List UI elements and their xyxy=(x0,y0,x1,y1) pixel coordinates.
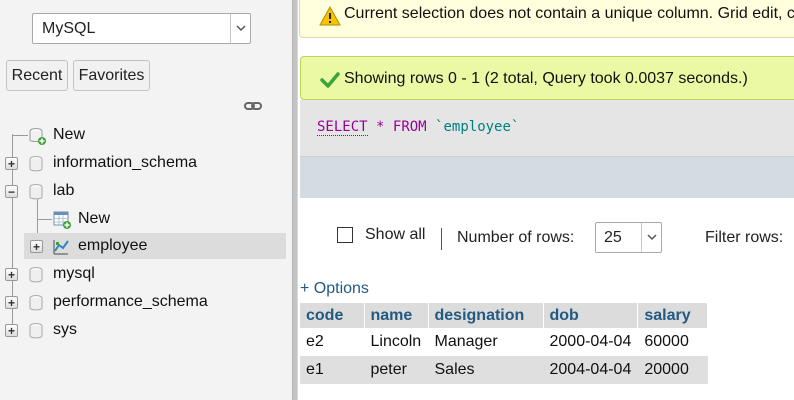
number-of-rows-label: Number of rows: xyxy=(457,229,575,246)
tree-item-lab-new[interactable]: New xyxy=(78,210,110,228)
table-cell[interactable]: Sales xyxy=(428,356,543,384)
main-content: Current selection does not contain a uni… xyxy=(299,0,794,400)
database-icon xyxy=(28,266,46,284)
expand-icon[interactable]: + xyxy=(5,157,18,170)
sql-actions-bar xyxy=(300,156,794,198)
sql-table-name: `employee` xyxy=(435,119,520,135)
expand-icon[interactable]: + xyxy=(5,268,18,281)
table-cell[interactable]: e1 xyxy=(300,356,364,384)
table-cell[interactable]: Manager xyxy=(428,328,543,356)
number-of-rows-value: 25 xyxy=(604,229,622,246)
table-row[interactable]: e1 peter Sales 2004-04-04 20000 xyxy=(300,356,708,384)
checkmark-icon xyxy=(320,72,340,93)
collapse-icon[interactable]: − xyxy=(5,185,18,198)
success-alert: Showing rows 0 - 1 (2 total, Query took … xyxy=(300,56,794,100)
table-cell[interactable]: Lincoln xyxy=(364,328,428,356)
sql-query-box[interactable]: SELECT * FROM `employee` xyxy=(300,100,794,156)
warning-alert: Current selection does not contain a uni… xyxy=(299,0,794,38)
database-icon xyxy=(28,183,46,201)
filter-rows-label: Filter rows: xyxy=(705,229,784,246)
table-cell[interactable]: peter xyxy=(364,356,428,384)
panel-resize-handle[interactable] xyxy=(292,0,298,400)
new-table-icon xyxy=(53,211,71,229)
database-icon xyxy=(28,322,46,340)
sql-query: SELECT * FROM `employee` xyxy=(317,119,520,136)
database-icon xyxy=(28,155,46,173)
table-header-row: code name designation dob salary xyxy=(300,303,709,328)
tree-item-lab[interactable]: lab xyxy=(53,182,74,200)
table-cell[interactable]: e2 xyxy=(300,328,364,356)
column-header-salary[interactable]: salary xyxy=(637,303,709,328)
options-link[interactable]: + Options xyxy=(300,280,369,298)
new-database-icon xyxy=(28,127,46,145)
table-structure-icon[interactable] xyxy=(52,238,70,256)
column-header-name[interactable]: name xyxy=(364,303,429,328)
tree-item-sys[interactable]: sys xyxy=(53,321,77,339)
column-header-designation[interactable]: designation xyxy=(428,303,544,328)
warning-icon xyxy=(319,5,341,31)
link-icon[interactable] xyxy=(244,99,262,113)
tree-item-employee[interactable]: employee xyxy=(78,237,147,255)
table-cell[interactable]: 2000-04-04 xyxy=(543,328,638,356)
show-all-checkbox[interactable] xyxy=(337,227,353,243)
table-row[interactable]: e2 Lincoln Manager 2000-04-04 60000 xyxy=(300,328,708,356)
tree-line xyxy=(12,135,28,136)
tree-item-information-schema[interactable]: information_schema xyxy=(53,154,197,172)
database-icon xyxy=(28,294,46,312)
tree-item-new[interactable]: New xyxy=(53,126,85,144)
sql-keyword-from: FROM xyxy=(392,119,427,135)
show-all-label[interactable]: Show all xyxy=(365,226,425,244)
chevron-down-icon[interactable] xyxy=(641,223,661,252)
sql-keyword-select[interactable]: SELECT xyxy=(317,119,368,136)
tree-item-performance-schema[interactable]: performance_schema xyxy=(53,293,208,311)
expand-icon[interactable]: + xyxy=(30,240,43,253)
success-message: Showing rows 0 - 1 (2 total, Query took … xyxy=(344,70,748,87)
tree-line xyxy=(37,219,52,220)
navigation-panel: MySQL Recent Favorites New + information xyxy=(0,0,292,400)
server-select[interactable]: MySQL xyxy=(32,13,251,44)
expand-icon[interactable]: + xyxy=(5,296,18,309)
server-select-value: MySQL xyxy=(42,20,96,37)
favorites-tab[interactable]: Favorites xyxy=(73,60,150,91)
table-cell[interactable]: 2004-04-04 xyxy=(543,356,638,384)
column-header-dob[interactable]: dob xyxy=(543,303,639,328)
column-header-code[interactable]: code xyxy=(300,303,365,328)
sql-star: * xyxy=(376,119,385,135)
recent-tab[interactable]: Recent xyxy=(6,60,68,91)
warning-message: Current selection does not contain a uni… xyxy=(344,5,794,22)
number-of-rows-select[interactable]: 25 xyxy=(595,222,662,253)
results-table: code name designation dob salary e2 Linc… xyxy=(300,303,709,384)
tree-item-mysql[interactable]: mysql xyxy=(53,265,95,283)
expand-icon[interactable]: + xyxy=(5,324,18,337)
table-cell[interactable]: 60000 xyxy=(637,328,708,356)
chevron-down-icon[interactable] xyxy=(230,14,250,43)
table-cell[interactable]: 20000 xyxy=(637,356,708,384)
separator xyxy=(441,228,442,250)
